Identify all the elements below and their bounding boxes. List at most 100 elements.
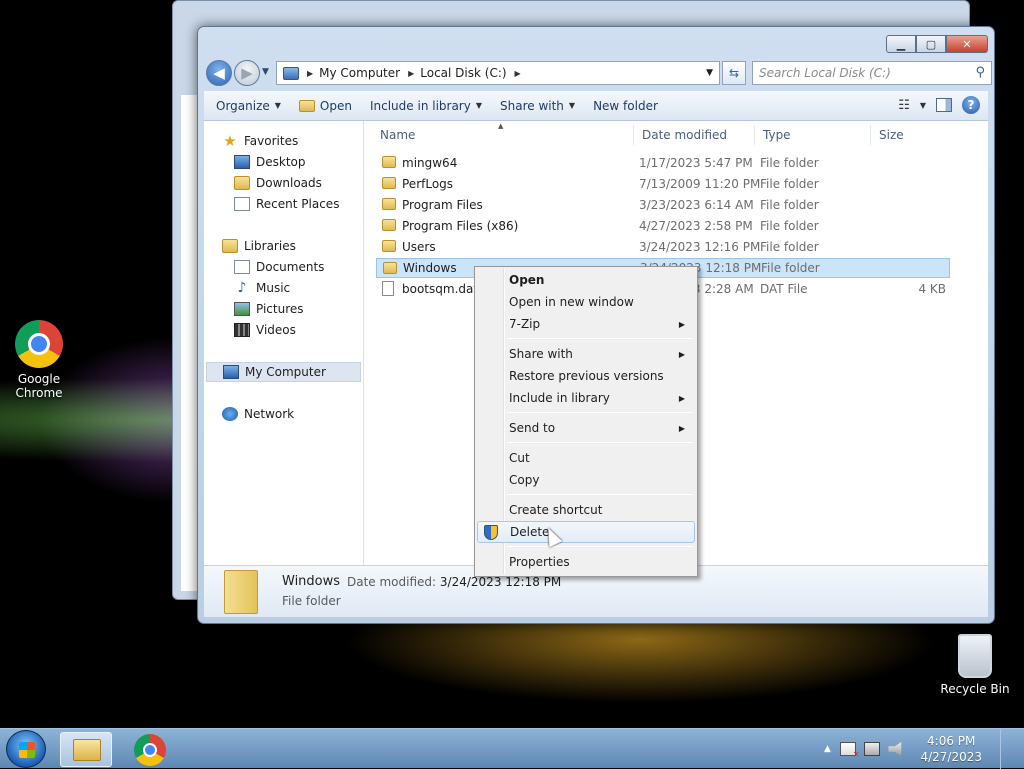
file-row[interactable]: PerfLogs 7/13/2009 11:20 PM File folder bbox=[376, 174, 950, 194]
menu-item-include-in-library[interactable]: Include in library ▶ bbox=[477, 387, 695, 409]
search-input[interactable]: Search Local Disk (C:) ⚲ bbox=[752, 61, 992, 85]
videos-icon bbox=[234, 323, 250, 337]
chevron-down-icon: ▼ bbox=[568, 101, 576, 110]
forward-button[interactable]: ▶ bbox=[234, 60, 260, 86]
desktop-icon-recycle-bin[interactable]: Recycle Bin bbox=[936, 634, 1014, 696]
breadcrumb-my-computer[interactable]: My Computer bbox=[319, 66, 400, 80]
breadcrumb-separator-icon[interactable]: ▶ bbox=[307, 69, 313, 78]
nav-my-computer[interactable]: My Computer bbox=[206, 362, 361, 382]
column-header-label: Name bbox=[380, 128, 416, 142]
menu-item-label: Send to bbox=[509, 421, 556, 435]
submenu-arrow-icon: ▶ bbox=[678, 349, 685, 359]
music-icon: ♪ bbox=[237, 280, 247, 296]
nav-recent-places[interactable]: Recent Places bbox=[234, 194, 339, 214]
nav-downloads[interactable]: Downloads bbox=[234, 173, 322, 193]
menu-item-7zip[interactable]: 7-Zip ▶ bbox=[477, 313, 695, 335]
desktop-icon-label: Google bbox=[17, 372, 61, 386]
recent-pages-dropdown[interactable]: ▼ bbox=[262, 67, 269, 77]
file-row[interactable]: mingw64 1/17/2023 5:47 PM File folder bbox=[376, 153, 950, 173]
close-button[interactable]: ✕ bbox=[946, 35, 988, 53]
file-type: DAT File bbox=[760, 282, 808, 296]
menu-item-open-in-new-window[interactable]: Open in new window bbox=[477, 291, 695, 313]
change-view-icon[interactable]: ☷ bbox=[898, 98, 910, 113]
nav-pictures[interactable]: Pictures bbox=[234, 299, 304, 319]
organize-button[interactable]: Organize ▼ bbox=[216, 99, 281, 113]
new-folder-button[interactable]: New folder bbox=[593, 99, 658, 113]
chrome-icon bbox=[134, 734, 166, 766]
file-row[interactable]: Program Files (x86) 4/27/2023 2:58 PM Fi… bbox=[376, 216, 950, 236]
column-header-date[interactable]: Date modified bbox=[633, 125, 754, 145]
downloads-icon bbox=[234, 176, 250, 190]
menu-item-open[interactable]: Open bbox=[477, 269, 695, 291]
network-icon bbox=[222, 407, 238, 421]
search-icon[interactable]: ⚲ bbox=[975, 65, 985, 80]
nav-libraries[interactable]: Libraries bbox=[222, 236, 296, 256]
column-header-type[interactable]: Type bbox=[754, 125, 870, 145]
pictures-icon bbox=[234, 302, 250, 316]
details-date-label: Date modified: bbox=[347, 575, 437, 589]
menu-item-delete[interactable]: Delete bbox=[477, 521, 695, 543]
menu-item-cut[interactable]: Cut bbox=[477, 447, 695, 469]
organize-label: Organize bbox=[216, 98, 270, 113]
refresh-button[interactable]: ⇆ bbox=[722, 61, 746, 85]
menu-item-create-shortcut[interactable]: Create shortcut bbox=[477, 499, 695, 521]
nav-desktop[interactable]: Desktop bbox=[234, 152, 306, 172]
taskbar-chrome-button[interactable] bbox=[124, 732, 176, 767]
details-item-type: File folder bbox=[282, 594, 341, 608]
breadcrumb-local-disk[interactable]: Local Disk (C:) bbox=[420, 66, 506, 80]
show-hidden-icons-icon[interactable]: ▲ bbox=[822, 742, 832, 756]
address-dropdown-icon[interactable]: ▼ bbox=[706, 68, 713, 78]
file-date: 1/17/2023 5:47 PM bbox=[639, 156, 753, 170]
chevron-down-icon: ▼ bbox=[475, 101, 482, 110]
submenu-arrow-icon: ▶ bbox=[678, 393, 685, 403]
nav-network[interactable]: Network bbox=[222, 404, 294, 424]
minimize-button[interactable]: ▁ bbox=[886, 35, 916, 53]
view-options-chevron-icon[interactable]: ▼ bbox=[920, 101, 926, 110]
system-tray: ▲ 4:06 PM 4/27/2023 bbox=[822, 729, 1012, 769]
start-button[interactable] bbox=[6, 730, 46, 768]
file-row[interactable]: Users 3/24/2023 12:16 PM File folder bbox=[376, 237, 950, 257]
network-status-icon[interactable] bbox=[864, 742, 881, 756]
sort-ascending-icon: ▲ bbox=[498, 122, 504, 130]
desktop-icon-google-chrome[interactable]: Google Chrome bbox=[0, 320, 78, 400]
taskbar-explorer-button[interactable] bbox=[60, 732, 112, 767]
nav-documents[interactable]: Documents bbox=[234, 257, 324, 277]
uac-shield-icon bbox=[484, 525, 498, 540]
breadcrumb-separator-icon[interactable]: ▶ bbox=[408, 69, 414, 78]
file-row[interactable]: Program Files 3/23/2023 6:14 AM File fol… bbox=[376, 195, 950, 215]
menu-item-send-to[interactable]: Send to ▶ bbox=[477, 417, 695, 439]
menu-item-share-with[interactable]: Share with ▶ bbox=[477, 343, 695, 365]
open-button[interactable]: Open bbox=[298, 99, 352, 113]
nav-music[interactable]: ♪ Music bbox=[234, 278, 291, 298]
taskbar: ▲ 4:06 PM 4/27/2023 bbox=[0, 728, 1024, 769]
clock[interactable]: 4:06 PM 4/27/2023 bbox=[920, 733, 982, 765]
menu-separator bbox=[507, 546, 693, 547]
address-bar[interactable]: ▶ My Computer ▶ Local Disk (C:) ▶ ▼ bbox=[276, 61, 720, 85]
breadcrumb-separator-icon[interactable]: ▶ bbox=[515, 69, 521, 78]
column-header-name[interactable]: Name ▲ bbox=[372, 122, 635, 145]
file-type: File folder bbox=[760, 177, 819, 191]
recent-places-icon bbox=[234, 197, 250, 211]
file-date: 3/24/2023 12:16 PM bbox=[639, 240, 761, 254]
maximize-button[interactable]: ▢ bbox=[916, 35, 946, 53]
include-in-library-button[interactable]: Include in library ▼ bbox=[370, 99, 482, 113]
share-with-button[interactable]: Share with ▼ bbox=[500, 99, 575, 113]
nav-videos[interactable]: Videos bbox=[234, 320, 296, 340]
preview-pane-icon[interactable] bbox=[936, 98, 952, 112]
nav-favorites[interactable]: ★ Favorites bbox=[222, 131, 298, 151]
back-button[interactable]: ◀ bbox=[206, 60, 232, 86]
column-header-size[interactable]: Size bbox=[870, 125, 950, 145]
file-name: PerfLogs bbox=[402, 177, 454, 191]
menu-item-properties[interactable]: Properties bbox=[477, 551, 695, 573]
details-date: Date modified: 3/24/2023 12:18 PM bbox=[347, 575, 561, 589]
desktop: Google Chrome Recycle Bin ▁ ▢ ✕ ◀ ▶ ▼ ▶ … bbox=[0, 0, 1024, 728]
help-icon[interactable]: ? bbox=[962, 96, 980, 114]
action-center-icon[interactable] bbox=[840, 742, 859, 759]
file-type: File folder bbox=[760, 240, 819, 254]
show-desktop-button[interactable] bbox=[1000, 729, 1012, 769]
nav-label: Videos bbox=[256, 323, 296, 337]
menu-item-restore-previous-versions[interactable]: Restore previous versions bbox=[477, 365, 695, 387]
menu-item-copy[interactable]: Copy bbox=[477, 469, 695, 491]
submenu-arrow-icon: ▶ bbox=[678, 319, 685, 329]
volume-muted-icon[interactable] bbox=[888, 742, 902, 756]
